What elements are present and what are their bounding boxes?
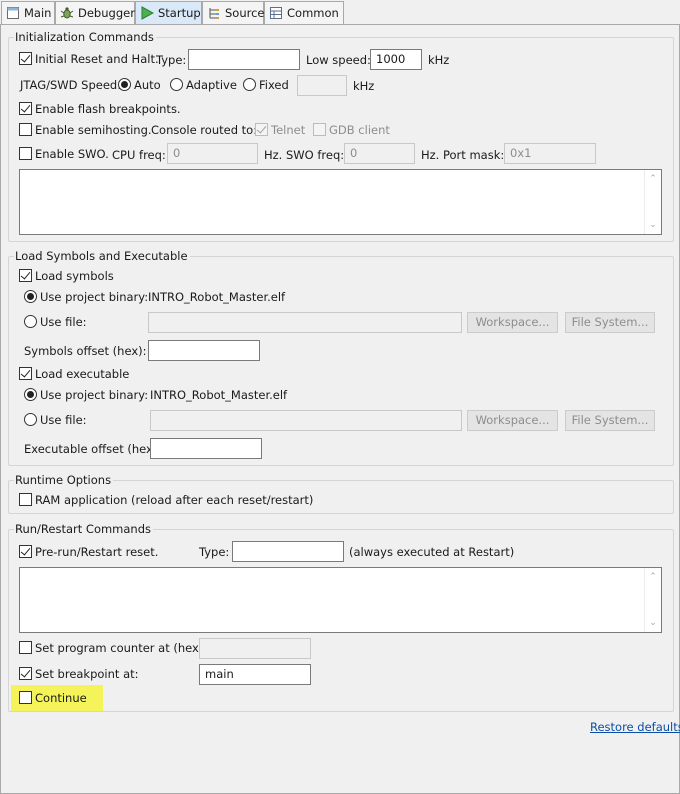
speed-fixed-label: Fixed: [259, 78, 289, 92]
symbols-binary-name: INTRO_Robot_Master.elf: [148, 290, 286, 304]
swo-freq-unit: Hz.: [421, 148, 440, 162]
tab-common[interactable]: Common: [264, 1, 344, 24]
symbols-project-binary-label: Use project binary:: [40, 290, 149, 304]
executable-offset-input[interactable]: [150, 438, 262, 459]
initial-reset-halt-checkbox[interactable]: [19, 52, 32, 65]
symbols-file-input[interactable]: [148, 312, 462, 333]
speed-auto-radio[interactable]: [118, 78, 131, 91]
run-restart-title: Run/Restart Commands: [14, 522, 154, 536]
tab-main[interactable]: Main: [1, 1, 55, 24]
initial-reset-halt-label: Initial Reset and Halt.: [35, 52, 159, 66]
scroll-up-icon[interactable]: ⌃: [645, 571, 661, 583]
jtag-speed-label: JTAG/SWD Speed:: [20, 78, 122, 92]
swo-freq-input[interactable]: 0: [344, 143, 415, 164]
reset-type-input[interactable]: [188, 49, 300, 70]
load-symbols-label: Load symbols: [35, 269, 114, 283]
load-symbols-checkbox[interactable]: [19, 269, 32, 282]
executable-offset-label: Executable offset (hex):: [24, 442, 162, 456]
cpu-freq-label: CPU freq:: [112, 148, 166, 162]
run-commands-scrollbar[interactable]: ⌃ ⌄: [644, 568, 661, 632]
scroll-up-icon[interactable]: ⌃: [645, 173, 661, 185]
set-breakpoint-checkbox[interactable]: [19, 667, 32, 680]
flash-breakpoints-checkbox[interactable]: [19, 102, 32, 115]
symbols-use-file-label: Use file:: [40, 315, 87, 329]
ram-application-checkbox[interactable]: [19, 493, 32, 506]
flash-breakpoints-label: Enable flash breakpoints.: [35, 102, 181, 116]
speed-fixed-radio[interactable]: [243, 78, 256, 91]
swo-checkbox[interactable]: [19, 147, 32, 160]
executable-binary-name: INTRO_Robot_Master.elf: [150, 388, 288, 402]
low-speed-label: Low speed:: [306, 53, 371, 67]
port-mask-label: Port mask:: [443, 148, 505, 162]
symbols-offset-label: Symbols offset (hex):: [24, 344, 147, 358]
load-symbols-title: Load Symbols and Executable: [14, 249, 190, 263]
prerun-reset-checkbox[interactable]: [19, 545, 32, 558]
semihosting-label: Enable semihosting.: [35, 123, 152, 137]
always-executed-note: (always executed at Restart): [349, 545, 515, 559]
continue-label: Continue: [35, 691, 87, 705]
initialization-commands-title: Initialization Commands: [14, 30, 156, 44]
common-table-icon: [269, 6, 283, 20]
tab-startup[interactable]: Startup: [135, 1, 202, 24]
executable-use-file-radio[interactable]: [24, 413, 37, 426]
load-executable-checkbox[interactable]: [19, 367, 32, 380]
tab-debugger[interactable]: Debugger: [55, 1, 135, 24]
cpu-freq-input[interactable]: 0: [167, 143, 258, 164]
executable-workspace-button[interactable]: Workspace...: [467, 410, 558, 431]
executable-use-file-label: Use file:: [40, 413, 87, 427]
continue-checkbox[interactable]: [19, 691, 32, 704]
play-arrow-icon: [140, 6, 155, 20]
symbols-workspace-button[interactable]: Workspace...: [467, 312, 558, 333]
set-pc-checkbox[interactable]: [19, 641, 32, 654]
low-speed-unit: kHz: [428, 53, 450, 67]
symbols-use-file-radio[interactable]: [24, 315, 37, 328]
fixed-speed-unit: kHz: [353, 79, 375, 93]
telnet-label: Telnet: [271, 123, 306, 137]
init-commands-scrollbar[interactable]: ⌃ ⌄: [644, 170, 661, 234]
executable-project-binary-radio[interactable]: [24, 388, 37, 401]
console-routed-label: Console routed to:: [151, 123, 258, 137]
symbols-project-binary-radio[interactable]: [24, 290, 37, 303]
run-commands-textarea[interactable]: ⌃ ⌄: [19, 567, 662, 633]
gdb-client-label: GDB client: [329, 123, 390, 137]
executable-project-binary-label: Use project binary:: [40, 388, 149, 402]
low-speed-input[interactable]: 1000: [370, 49, 422, 70]
swo-label: Enable SWO.: [35, 147, 109, 161]
restore-defaults-link[interactable]: Restore defaults: [590, 720, 680, 734]
debugger-bug-icon: [60, 6, 74, 20]
load-executable-label: Load executable: [35, 367, 130, 381]
tab-bar: Main Debugger Startup Source Common: [0, 0, 680, 25]
executable-file-input[interactable]: [150, 410, 462, 431]
symbols-filesystem-button[interactable]: File System...: [565, 312, 655, 333]
semihosting-checkbox[interactable]: [19, 123, 32, 136]
symbols-offset-input[interactable]: [148, 340, 260, 361]
set-pc-input[interactable]: [199, 638, 311, 659]
telnet-checkbox[interactable]: [255, 123, 268, 136]
load-symbols-group: [8, 256, 674, 466]
init-commands-textarea[interactable]: ⌃ ⌄: [19, 169, 662, 235]
prerun-reset-label: Pre-run/Restart reset.: [35, 545, 159, 559]
swo-freq-label: SWO freq:: [286, 148, 345, 162]
set-pc-label: Set program counter at (hex):: [35, 641, 208, 655]
cpu-freq-unit: Hz.: [264, 148, 283, 162]
port-mask-input[interactable]: 0x1: [504, 143, 596, 164]
speed-adaptive-radio[interactable]: [170, 78, 183, 91]
prerun-type-label: Type:: [199, 545, 230, 559]
tab-source[interactable]: Source: [202, 1, 265, 24]
set-breakpoint-label: Set breakpoint at:: [35, 667, 139, 681]
ram-application-label: RAM application (reload after each reset…: [35, 493, 314, 507]
runtime-options-title: Runtime Options: [14, 473, 114, 487]
speed-auto-label: Auto: [134, 78, 161, 92]
fixed-speed-input[interactable]: [297, 75, 347, 96]
scroll-down-icon[interactable]: ⌄: [645, 617, 661, 629]
speed-adaptive-label: Adaptive: [186, 78, 237, 92]
gdb-client-checkbox[interactable]: [313, 123, 326, 136]
main-tab-icon: [6, 6, 20, 20]
breakpoint-location-input[interactable]: main: [199, 664, 311, 685]
prerun-type-input[interactable]: [232, 541, 344, 562]
scroll-down-icon[interactable]: ⌄: [645, 219, 661, 231]
source-icon: [207, 6, 221, 20]
reset-type-label: Type:: [156, 53, 187, 67]
executable-filesystem-button[interactable]: File System...: [565, 410, 655, 431]
